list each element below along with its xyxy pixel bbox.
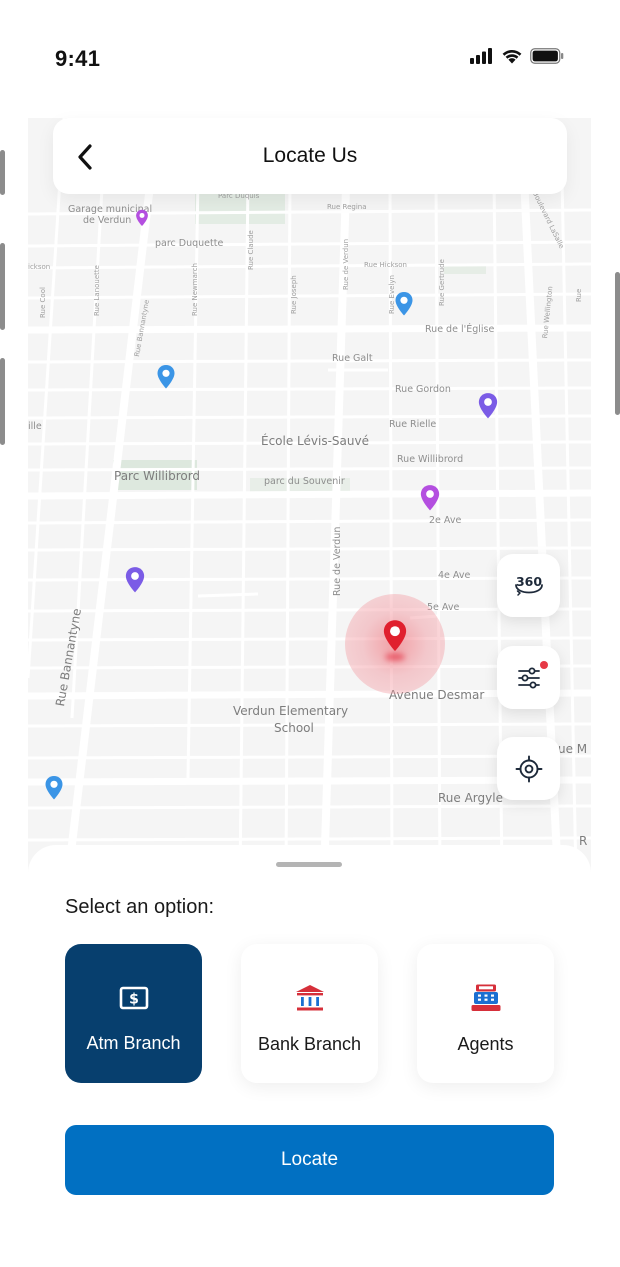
map-label: Rue Cool [39,287,47,318]
map-label: Parc Willibrord [114,469,201,483]
recenter-button[interactable] [497,737,560,800]
view-360-label: 360 [515,574,541,589]
map-label: ue M [558,742,588,756]
device-power-button [615,272,620,415]
map-label: Rue Gertrude [438,259,446,306]
status-time: 9:41 [55,46,101,71]
location-pin-icon [383,620,407,652]
device-volume-up [0,243,5,330]
map-label: Verdun Elementary [233,704,349,718]
option-label: Agents [457,1034,514,1054]
map-label: Rue [575,288,583,302]
crosshair-icon [515,755,542,782]
status-bar: 9:41 [0,0,620,110]
map-label: Rue Newmarch [191,263,199,316]
map-label: École Lévis-Sauvé [261,434,369,448]
header-card: Locate Us [53,118,567,194]
map-label: Rue Argyle [438,791,503,805]
agent-pin[interactable] [477,392,499,420]
sheet-title: Select an option: [65,896,214,918]
option-atm-branch[interactable]: $ Atm Branch [65,944,202,1083]
atm-dollar-icon: $ [119,986,148,1010]
map-label: parc du Souvenir [264,476,345,487]
map-label: ickson [28,263,51,271]
map-label: Rue Hickson [364,261,407,269]
map-label: 4e Ave [438,570,471,581]
location-pin-shadow [385,653,405,661]
bottom-sheet: Select an option: $ Atm Branch Bank Bran… [28,845,591,1267]
map-label: Rue Galt [332,353,373,364]
sliders-icon [517,667,540,688]
status-icons [470,48,564,64]
map-label: Rue de Verdun [342,238,350,290]
map-label: Rue de l'Église [425,324,495,335]
map-label: Rue Joseph [290,275,298,314]
page-title: Locate Us [262,144,358,167]
option-bank-branch[interactable]: Bank Branch [241,944,378,1083]
device-volume-down [0,358,5,445]
atm-pin[interactable] [156,364,176,390]
map-label: Rue Willibrord [397,454,464,465]
map-label: Rue Lanouette [93,265,101,316]
sheet-grabber[interactable] [276,862,342,867]
device-silent-switch [0,150,5,195]
filter-active-dot [540,661,548,669]
option-label: Atm Branch [86,1033,181,1053]
locate-button[interactable]: Locate [65,1125,554,1195]
map-label: Rue Gordon [395,384,451,395]
current-location-marker [345,594,445,694]
map-label: School [274,721,314,735]
battery-icon [530,48,564,64]
wifi-icon [502,49,522,64]
map-label: Rue Rielle [389,419,437,430]
view-360-icon: 360 [514,574,543,596]
svg-text:$: $ [129,992,139,1008]
map-label: Rue Regina [327,203,367,211]
atm-pin[interactable] [44,775,64,801]
option-agents[interactable]: Agents [417,944,554,1083]
map-label: parc Duquette [155,238,224,249]
map-label: R [579,834,588,848]
option-label: Bank Branch [257,1034,362,1054]
map-label: de Verdun [83,215,132,226]
atm-pin[interactable] [394,291,414,317]
agent-pin[interactable] [124,566,146,594]
map-label: Rue Claude [247,230,255,270]
view-360-button[interactable]: 360 [497,554,560,617]
map-label: ille [28,421,42,432]
filter-button[interactable] [497,646,560,709]
bank-pin[interactable] [135,209,149,227]
map-label: 2e Ave [429,515,462,526]
bank-pin[interactable] [419,484,441,512]
signal-icon [470,48,492,64]
cash-register-icon [471,984,500,1011]
bank-building-icon [295,985,324,1011]
map-label: Rue de Verdun [332,526,343,596]
